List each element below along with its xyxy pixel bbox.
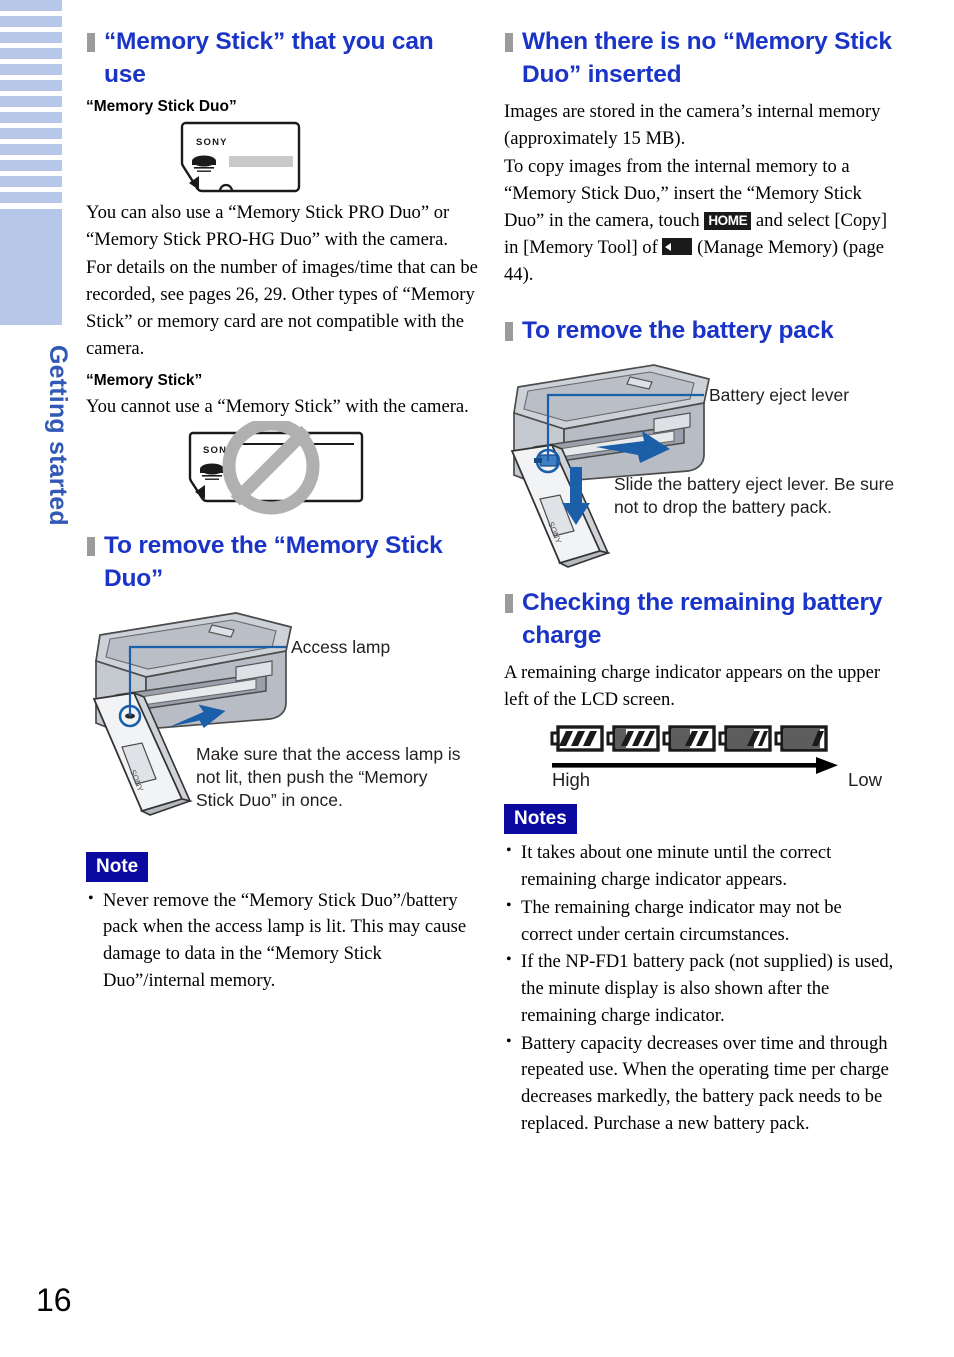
notes-list: It takes about one minute until the corr… [504,839,896,1138]
callout-access-lamp: Access lamp [291,636,391,657]
heading-marker-icon [505,594,513,614]
note-list: Never remove the “Memory Stick Duo”/batt… [86,887,478,995]
battery-icon-level-1 [606,725,660,753]
list-item: If the NP-FD1 battery pack (not supplied… [504,948,896,1029]
heading-to-remove-memory-stick-duo: To remove the “Memory Stick Duo” [86,530,478,595]
thumb-index-stripe [0,128,62,139]
left-column: “Memory Stick” that you can use “Memory … [86,26,478,996]
paragraph-recordable-count: For details on the number of images/time… [86,257,478,360]
thumb-index-active-block [0,209,62,325]
thumb-index-stripe [0,112,62,123]
caption-push-memory-stick: Make sure that the access lamp is not li… [196,743,461,811]
list-item: Never remove the “Memory Stick Duo”/batt… [86,887,478,995]
gauge-labels: High Low [552,769,882,791]
callout-battery-eject-lever: Battery eject lever [709,385,850,406]
gauge-label-high: High [552,769,591,791]
list-item: Battery capacity decreases over time and… [504,1030,896,1138]
heading-text: Checking the remaining battery charge [522,589,883,649]
figure-remove-battery: SONY Battery eject lever Slide the batte… [504,355,896,587]
figure-battery-gauge: High Low [504,723,896,790]
battery-icon-level-4 [774,725,828,753]
heading-marker-icon [505,33,513,52]
right-column: When there is no “Memory Stick Duo” inse… [504,26,896,1139]
heading-marker-icon [87,537,95,557]
list-item: It takes about one minute until the corr… [504,839,896,894]
thumb-index-stripe [0,192,62,203]
heading-remove-battery-pack: To remove the battery pack [504,315,896,348]
thumb-index-stripe [0,16,62,27]
heading-text: “Memory Stick” that you can use [104,28,434,88]
figure-memory-stick-duo: SONY [86,119,478,199]
heading-marker-icon [505,322,513,342]
heading-text: To remove the battery pack [522,317,834,345]
heading-no-memory-stick-inserted: When there is no “Memory Stick Duo” inse… [504,26,896,91]
battery-icon-level-2 [662,725,716,753]
subheading-memory-stick-duo: “Memory Stick Duo” [86,98,237,116]
paragraph-copy-instructions: To copy images from the internal memory … [504,153,896,288]
battery-icon-level-3 [718,725,772,753]
heading-text: To remove the “Memory Stick Duo” [104,532,443,593]
thumb-index-stripe [0,160,62,171]
paragraph-cannot-use-memory-stick: You cannot use a “Memory Stick” with the… [86,396,469,418]
paragraph-pro-duo-support: You can also use a “Memory Stick PRO Duo… [86,202,450,251]
note-badge: Note [86,851,149,882]
thumb-index-stripe [0,48,62,59]
manage-memory-icon [662,238,693,256]
sidebar-chapter-label: Getting started [44,345,72,526]
thumb-index-stripe [0,80,62,91]
thumb-index-stripe [0,32,62,43]
thumb-index-stripe [0,0,62,11]
home-button-icon: HOME [704,212,752,231]
heading-checking-battery-charge: Checking the remaining battery charge [504,587,896,652]
paragraph-internal-memory: Images are stored in the camera’s intern… [504,101,881,150]
thumb-index-tab [0,0,62,330]
thumb-index-stripe [0,144,62,155]
thumb-index-stripe [0,176,62,187]
thumb-index-stripe [0,64,62,75]
gauge-label-low: Low [848,769,882,791]
heading-text: When there is no “Memory Stick Duo” inse… [522,28,892,88]
memory-stick-prohibited-illustration: SONY [188,417,364,515]
heading-memory-stick-you-can-use: “Memory Stick” that you can use [86,26,478,91]
figure-remove-memory-stick: SONY Access lamp Make sure that the acce… [86,603,478,835]
list-item: The remaining charge indicator may not b… [504,894,896,949]
notes-badge: Notes [504,804,577,835]
memory-stick-duo-illustration: SONY [180,121,301,193]
thumb-index-stripe [0,96,62,107]
page-number: 16 [36,1282,72,1318]
caption-slide-eject-lever: Slide the battery eject lever. Be sure n… [614,474,895,518]
svg-text:SONY: SONY [196,137,228,148]
subheading-memory-stick: “Memory Stick” [86,372,203,390]
battery-icon-level-0 [550,725,604,753]
figure-memory-stick-prohibited: SONY [86,417,478,521]
heading-marker-icon [87,33,95,52]
paragraph-charge-indicator-location: A remaining charge indicator appears on … [504,662,881,711]
